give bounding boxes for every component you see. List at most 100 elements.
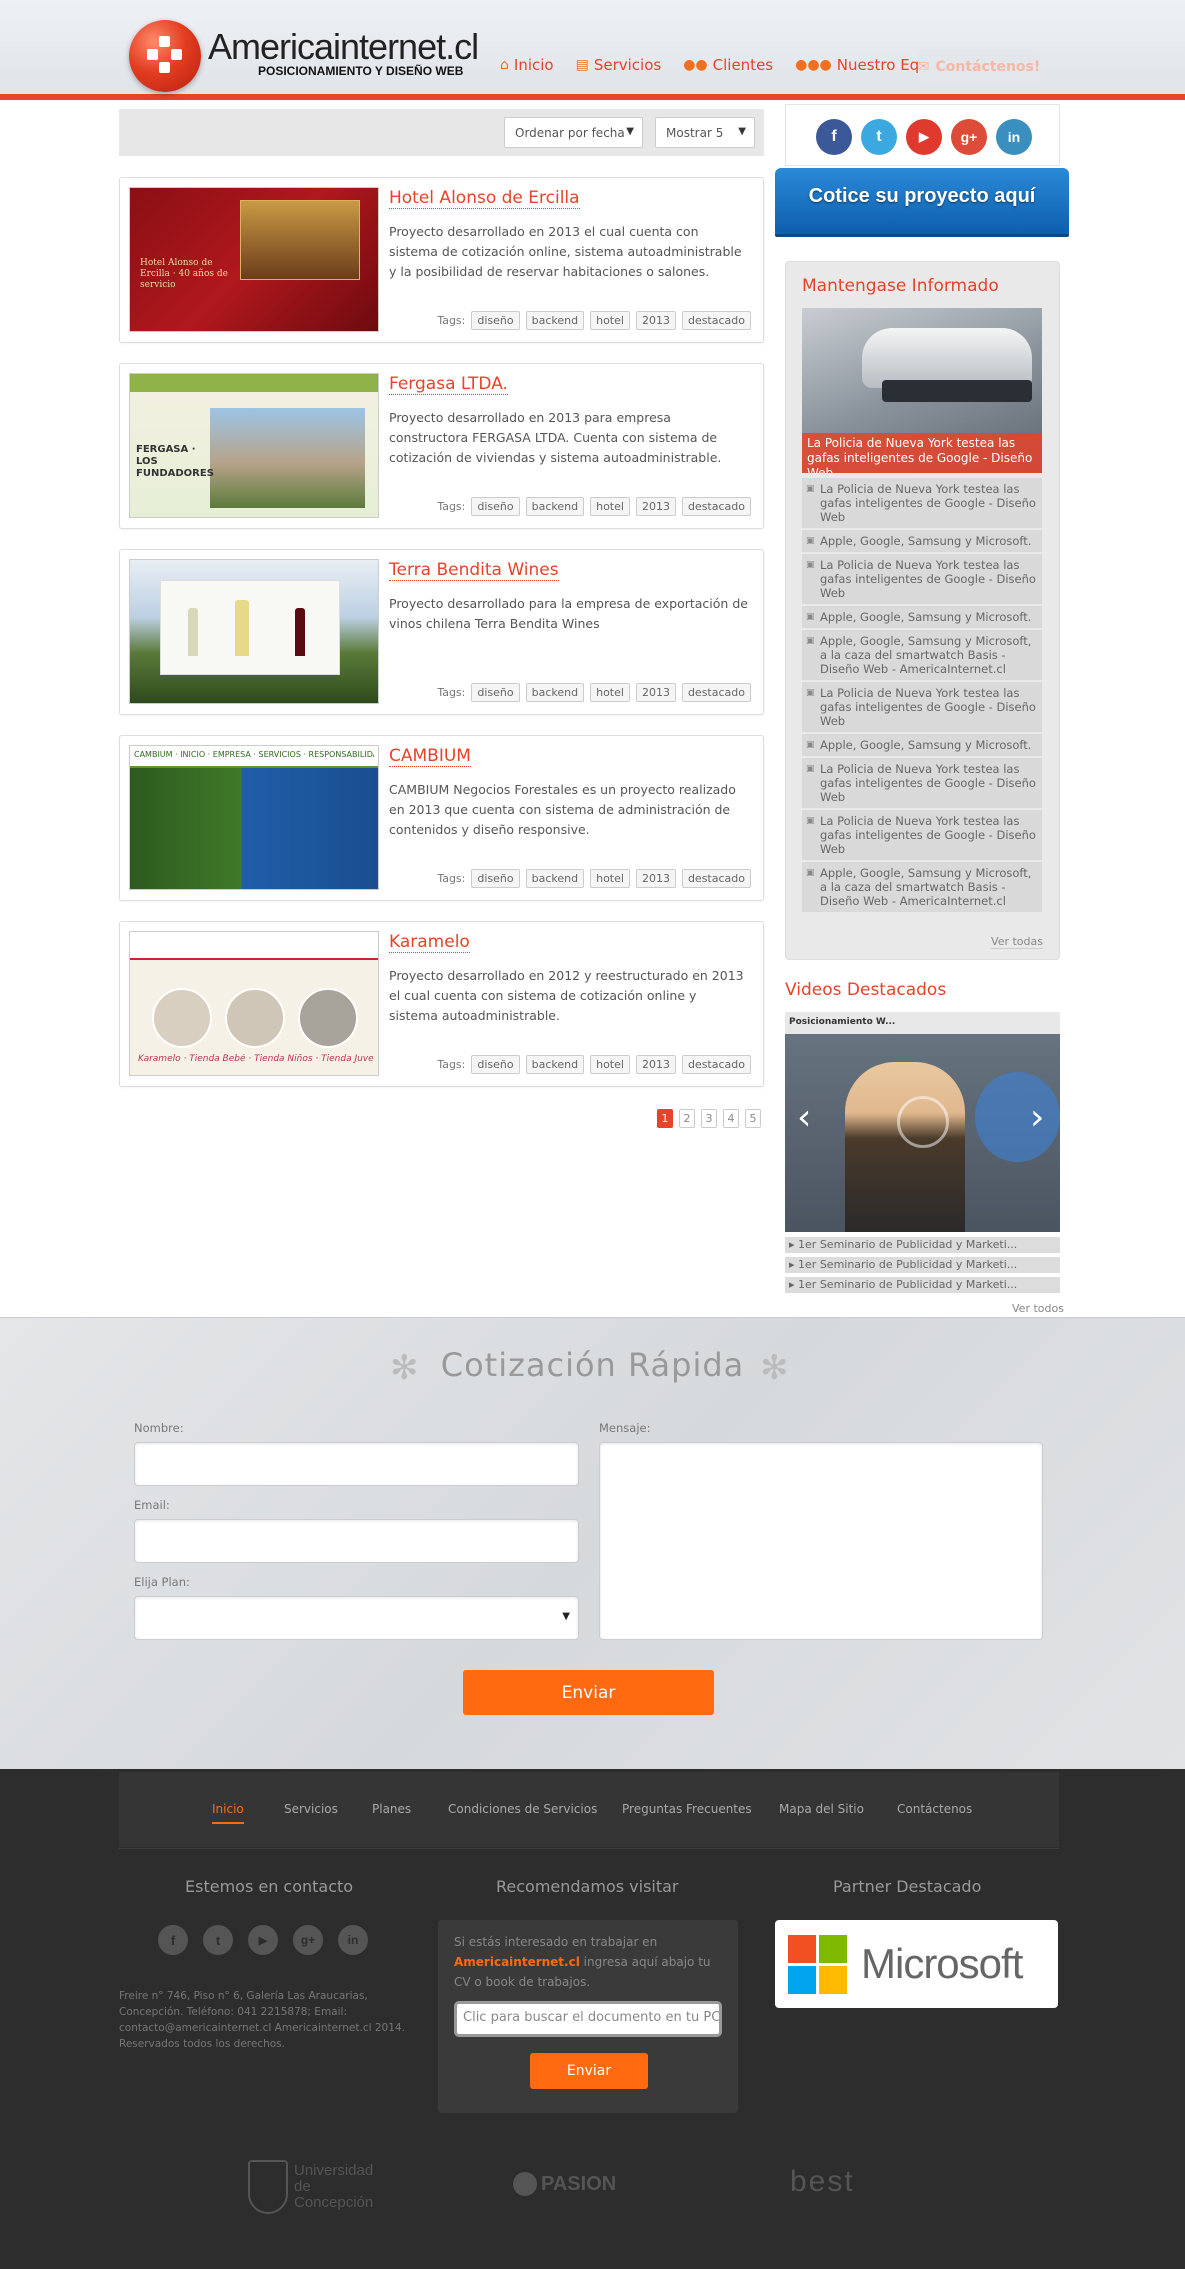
send-quote-button[interactable]: Enviar (463, 1670, 714, 1715)
tag[interactable]: hotel (590, 311, 630, 330)
project-title[interactable]: Fergasa LTDA. (389, 374, 508, 395)
project-thumbnail[interactable]: Karamelo · Tienda Bebé · Tienda Niños · … (129, 931, 379, 1076)
sort-select[interactable]: Ordenar por fecha ▼ (504, 117, 643, 148)
cv-file-input[interactable]: Clic para buscar el documento en tu PC (454, 2001, 722, 2037)
tag[interactable]: diseño (471, 683, 520, 702)
tag[interactable]: 2013 (635, 311, 676, 330)
plan-select[interactable]: ▼ (134, 1596, 579, 1640)
tag[interactable]: 2013 (635, 869, 676, 888)
logo-best[interactable]: best (790, 2165, 855, 2199)
google-plus-icon[interactable]: g+ (293, 1925, 323, 1955)
logo-icon[interactable] (129, 20, 201, 92)
tag[interactable]: diseño (471, 1055, 520, 1074)
logo-title[interactable]: Americainternet.cl (208, 26, 479, 68)
footer-nav-planes[interactable]: Planes (372, 1802, 411, 1816)
news-item[interactable]: ▣ La Policia de Nueva York testea las gaf… (802, 758, 1042, 810)
partner-microsoft[interactable]: Microsoft (775, 1920, 1058, 2008)
cv-send-button[interactable]: Enviar (530, 2053, 648, 2089)
message-textarea[interactable] (599, 1442, 1043, 1640)
news-more-link[interactable]: Ver todas (991, 935, 1043, 949)
play-icon[interactable] (897, 1096, 949, 1148)
youtube-icon[interactable]: ▶ (906, 119, 942, 155)
project-title[interactable]: CAMBIUM (389, 746, 471, 767)
project-thumbnail[interactable]: Hotel Alonso de Ercilla · 40 años de ser… (129, 187, 379, 332)
tag[interactable]: hotel (590, 869, 630, 888)
news-item[interactable]: ▣ La Policia de Nueva York testea las gaf… (802, 554, 1042, 606)
quote-project-button[interactable]: Cotice su proyecto aquí (775, 168, 1069, 234)
tag[interactable]: hotel (590, 683, 630, 702)
video-player[interactable]: Posicionamiento W... ‹ › (785, 1012, 1060, 1232)
footer-nav-condiciones[interactable]: Condiciones de Servicios (448, 1802, 597, 1816)
news-item[interactable]: ▣ Apple, Google, Samsung y Microsoft, a l… (802, 630, 1042, 682)
tags-label: Tags: (437, 1058, 466, 1071)
page-button[interactable]: 2 (679, 1109, 695, 1128)
page-button[interactable]: 3 (701, 1109, 717, 1128)
nav-item-servicios[interactable]: ▤ Servicios (576, 56, 662, 74)
footer-nav-inicio[interactable]: Inicio (212, 1802, 244, 1824)
logo-universidad-concepcion[interactable]: Universidad de Concepción (248, 2160, 394, 2214)
nav-item-contactenos[interactable]: ✉ Contáctenos! (918, 50, 1040, 84)
footer-nav-preguntas[interactable]: Preguntas Frecuentes (622, 1802, 752, 1816)
tag[interactable]: hotel (590, 497, 630, 516)
facebook-icon[interactable]: f (158, 1925, 188, 1955)
nav-item-inicio[interactable]: ⌂ Inicio (500, 56, 554, 74)
twitter-icon[interactable]: t (861, 119, 897, 155)
project-thumbnail[interactable]: CAMBIUM · INICIO · EMPRESA · SERVICIOS ·… (129, 745, 379, 890)
facebook-icon[interactable]: f (816, 119, 852, 155)
tag[interactable]: backend (525, 683, 585, 702)
tag[interactable]: diseño (471, 497, 520, 516)
name-field[interactable] (134, 1442, 579, 1486)
tag[interactable]: destacado (681, 497, 751, 516)
news-item[interactable]: ▣ Apple, Google, Samsung y Microsoft, a l… (802, 862, 1042, 914)
page-button[interactable]: 4 (723, 1109, 739, 1128)
youtube-icon[interactable]: ▶ (248, 1925, 278, 1955)
google-plus-icon[interactable]: g+ (951, 119, 987, 155)
email-field[interactable] (134, 1519, 579, 1563)
video-list-item[interactable]: ▸ 1er Seminario de Publicidad y Marketi.… (785, 1237, 1060, 1253)
tag[interactable]: 2013 (635, 1055, 676, 1074)
tag[interactable]: backend (525, 869, 585, 888)
tag[interactable]: backend (525, 1055, 585, 1074)
video-list-item[interactable]: ▸ 1er Seminario de Publicidad y Marketi.… (785, 1257, 1060, 1273)
twitter-icon[interactable]: t (203, 1925, 233, 1955)
footer-nav-servicios[interactable]: Servicios (284, 1802, 338, 1816)
tag[interactable]: destacado (681, 311, 751, 330)
project-title[interactable]: Karamelo (389, 932, 470, 953)
tag[interactable]: diseño (471, 311, 520, 330)
news-item[interactable]: ▣ La Policia de Nueva York testea las gaf… (802, 682, 1042, 734)
tag[interactable]: backend (525, 497, 585, 516)
news-item[interactable]: ▣ La Policia de Nueva York testea las gaf… (802, 810, 1042, 862)
nav-item-clientes[interactable]: ●● Clientes (683, 56, 773, 74)
tag[interactable]: 2013 (635, 497, 676, 516)
news-item[interactable]: ▣ Apple, Google, Samsung y Microsoft. (802, 606, 1042, 630)
project-title[interactable]: Hotel Alonso de Ercilla (389, 188, 580, 209)
news-item[interactable]: ▣ Apple, Google, Samsung y Microsoft. (802, 734, 1042, 758)
tag[interactable]: hotel (590, 1055, 630, 1074)
footer-nav-mapa[interactable]: Mapa del Sitio (779, 1802, 864, 1816)
linkedin-icon[interactable]: in (338, 1925, 368, 1955)
linkedin-icon[interactable]: in (996, 119, 1032, 155)
tag[interactable]: destacado (681, 869, 751, 888)
project-title[interactable]: Terra Bendita Wines (389, 560, 559, 581)
logo-pasion[interactable]: PASION (513, 2172, 616, 2196)
image-icon: ▣ (806, 536, 815, 546)
show-count-select[interactable]: Mostrar 5 ▼ (655, 117, 755, 148)
cv-text-brand[interactable]: Americainternet.cl (454, 1955, 580, 1969)
page-button[interactable]: 5 (745, 1109, 761, 1128)
chevron-right-icon[interactable]: › (1030, 1100, 1044, 1136)
tag[interactable]: diseño (471, 869, 520, 888)
news-item[interactable]: ▣ Apple, Google, Samsung y Microsoft. (802, 530, 1042, 554)
news-feature[interactable]: La Policia de Nueva York testea las gafa… (802, 308, 1042, 473)
page-button[interactable]: 1 (657, 1109, 673, 1128)
footer-nav-contactenos[interactable]: Contáctenos (897, 1802, 972, 1816)
news-item[interactable]: ▣ La Policia de Nueva York testea las gaf… (802, 478, 1042, 530)
tag[interactable]: destacado (681, 1055, 751, 1074)
tag[interactable]: 2013 (635, 683, 676, 702)
videos-more-link[interactable]: Ver todos (1012, 1302, 1064, 1315)
tag[interactable]: backend (525, 311, 585, 330)
chevron-left-icon[interactable]: ‹ (797, 1100, 811, 1136)
project-thumbnail[interactable]: FERGASA · LOS FUNDADORES (129, 373, 379, 518)
tag[interactable]: destacado (681, 683, 751, 702)
project-thumbnail[interactable] (129, 559, 379, 704)
video-list-item[interactable]: ▸ 1er Seminario de Publicidad y Marketi.… (785, 1277, 1060, 1293)
